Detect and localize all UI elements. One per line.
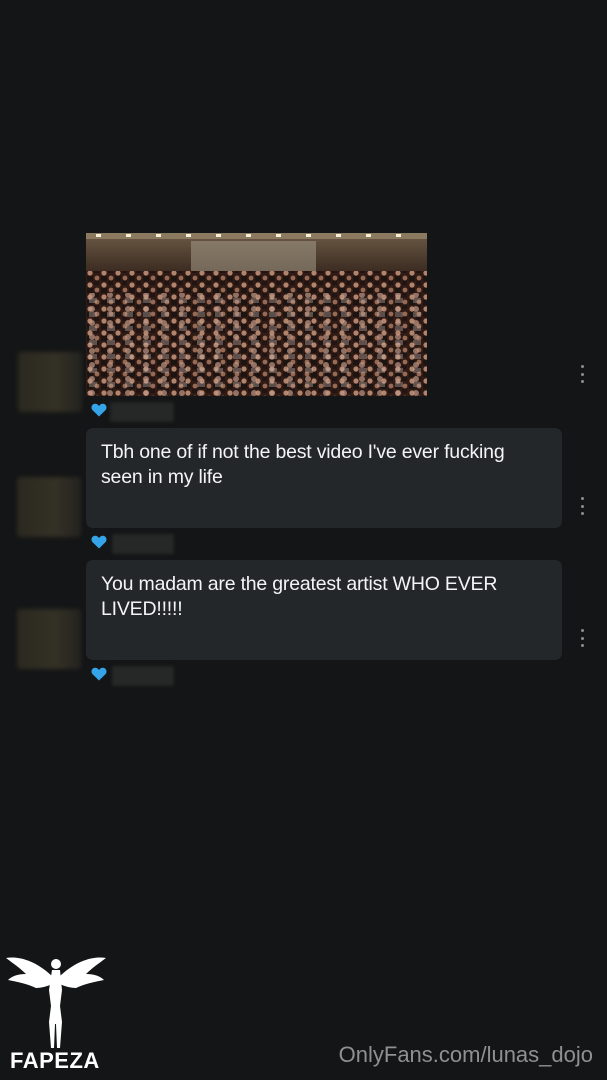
message-text: Tbh one of if not the best video I've ev… — [101, 441, 505, 488]
message-image[interactable] — [86, 233, 427, 396]
sender-name — [110, 402, 174, 422]
sender-avatar[interactable] — [18, 352, 82, 412]
url-watermark: OnlyFans.com/lunas_dojo — [338, 1042, 593, 1067]
kebab-menu-icon[interactable] — [579, 497, 585, 515]
heart-icon[interactable] — [91, 535, 107, 549]
sender-name — [112, 666, 174, 686]
sender-avatar[interactable] — [17, 609, 81, 669]
message-bubble[interactable]: You madam are the greatest artist WHO EV… — [86, 560, 562, 660]
heart-icon[interactable] — [91, 667, 107, 681]
angel-logo-icon — [6, 957, 106, 1048]
kebab-menu-icon[interactable] — [579, 365, 585, 383]
audience-photo — [86, 233, 427, 396]
sender-avatar[interactable] — [17, 477, 81, 537]
kebab-menu-icon[interactable] — [579, 629, 585, 647]
message-text: You madam are the greatest artist WHO EV… — [101, 573, 498, 620]
brand-watermark: FAPEZA — [10, 1048, 100, 1073]
sender-name — [112, 534, 174, 554]
message-bubble[interactable]: Tbh one of if not the best video I've ev… — [86, 428, 562, 528]
heart-icon[interactable] — [91, 403, 107, 417]
